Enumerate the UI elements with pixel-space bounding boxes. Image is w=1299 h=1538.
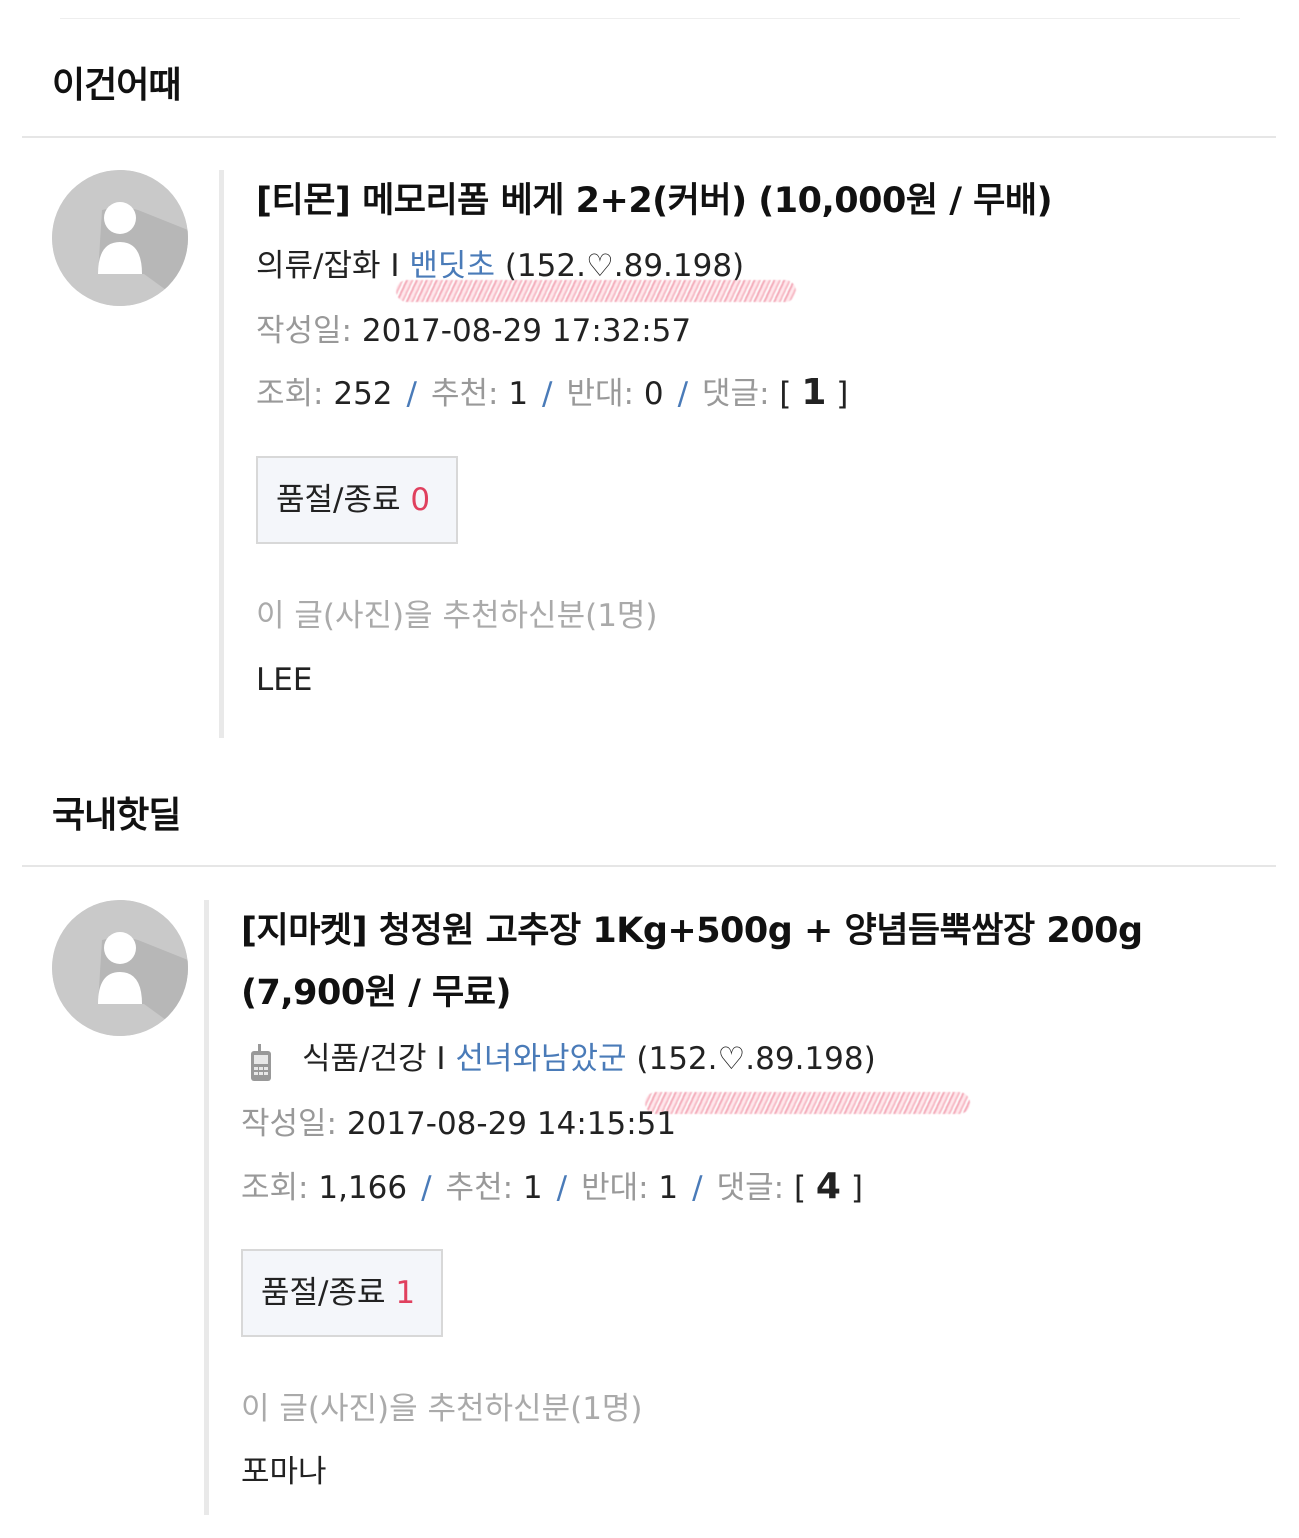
comments-bracket-close: ] (850, 1170, 863, 1206)
post-date: 작성일: 2017-08-29 17:32:57 (256, 311, 691, 351)
recommend-count: 1 (522, 1170, 543, 1206)
comments-label: 댓글: (702, 376, 770, 412)
comments-bracket-open: [ (793, 1170, 807, 1206)
oppose-label: 반대: (581, 1170, 649, 1206)
recommenders-label: 이 글(사진)을 추천하신분(1명) (241, 1391, 643, 1427)
comments-bracket-close: ] (836, 376, 849, 412)
post-title[interactable]: [지마켓] 청정원 고추장 1Kg+500g + 양념듬뿍쌈장 200g (7,… (241, 900, 1241, 1024)
section-title: 이건어때 (52, 65, 181, 106)
post-category[interactable]: 의류/잡화 (256, 248, 381, 284)
post-stats: 조회: 1,166 / 추천: 1 / 반대: 1 / 댓글: [ 4 ] (241, 1167, 863, 1208)
comments-count[interactable]: 1 (801, 372, 826, 413)
comments-label: 댓글: (716, 1170, 785, 1206)
views-label: 조회: (256, 376, 324, 412)
date-value: 2017-08-29 14:15:51 (346, 1106, 677, 1142)
comments-bracket-open: [ (779, 376, 792, 412)
avatar[interactable] (52, 170, 188, 306)
comments-count[interactable]: 4 (816, 1166, 841, 1207)
soldout-label: 품절/종료 (276, 482, 401, 518)
recommend-count: 1 (508, 376, 529, 412)
post-meta: 식품/건강 I 선녀와남았군 (152.♡.89.198) (302, 1039, 876, 1079)
stats-separator: / (556, 1170, 568, 1206)
recommender-name[interactable]: LEE (256, 660, 312, 700)
soldout-button[interactable]: 품절/종료 0 (256, 456, 458, 544)
section-divider (22, 865, 1276, 867)
post-title[interactable]: [티몬] 메모리폼 베게 2+2(커버) (10,000원 / 무배) (256, 170, 1236, 232)
views-label: 조회: (241, 1170, 309, 1206)
default-user-avatar-icon (52, 170, 188, 306)
section-divider (22, 136, 1276, 138)
soldout-count: 0 (410, 482, 431, 518)
date-label: 작성일: (256, 313, 353, 349)
post-title-line[interactable]: [티몬] 메모리폼 베게 2+2(커버) (10,000원 / 무배) (256, 181, 1053, 221)
meta-separator: I (390, 248, 400, 284)
recommenders-label: 이 글(사진)을 추천하신분(1명) (256, 598, 658, 634)
section-title: 국내핫딜 (52, 795, 181, 836)
default-user-avatar-icon (52, 900, 188, 1036)
stats-separator: / (677, 376, 689, 412)
redaction-scribble (645, 1092, 970, 1114)
views-count: 1,166 (318, 1170, 408, 1206)
post-stats: 조회: 252 / 추천: 1 / 반대: 0 / 댓글: [ 1 ] (256, 373, 848, 414)
stats-separator: / (406, 376, 417, 412)
oppose-count: 1 (658, 1170, 679, 1206)
views-count: 252 (333, 376, 393, 412)
post-title-line[interactable]: [지마켓] 청정원 고추장 1Kg+500g + 양념듬뿍쌈장 200g (241, 900, 1241, 962)
soldout-button[interactable]: 품절/종료 1 (241, 1249, 443, 1337)
post-title-line[interactable]: (7,900원 / 무료) (241, 962, 1241, 1024)
redaction-scribble (396, 280, 796, 302)
author-link[interactable]: 선녀와남았군 (455, 1041, 626, 1077)
stats-separator: / (692, 1170, 703, 1206)
recommend-label: 추천: (445, 1170, 514, 1206)
author-link[interactable]: 밴딧초 (409, 248, 495, 284)
author-ip: (152.♡.89.198) (504, 248, 745, 284)
oppose-count: 0 (643, 376, 664, 412)
post-left-border (219, 170, 224, 738)
date-label: 작성일: (241, 1106, 338, 1142)
top-divider (60, 18, 1240, 19)
oppose-label: 반대: (566, 376, 634, 412)
soldout-label: 품절/종료 (261, 1275, 386, 1311)
mobile-phone-icon (251, 1044, 271, 1081)
soldout-count: 1 (395, 1275, 416, 1311)
stats-separator: / (421, 1170, 432, 1206)
recommender-name[interactable]: 포마나 (241, 1452, 327, 1492)
post-date: 작성일: 2017-08-29 14:15:51 (241, 1104, 676, 1144)
avatar[interactable] (52, 900, 188, 1036)
date-value: 2017-08-29 17:32:57 (361, 313, 692, 349)
recommend-label: 추천: (430, 376, 499, 412)
author-ip: (152.♡.89.198) (636, 1041, 876, 1077)
post-category[interactable]: 식품/건강 (302, 1041, 427, 1077)
post-left-border (204, 900, 209, 1515)
meta-separator: I (436, 1041, 446, 1077)
stats-separator: / (542, 376, 553, 412)
